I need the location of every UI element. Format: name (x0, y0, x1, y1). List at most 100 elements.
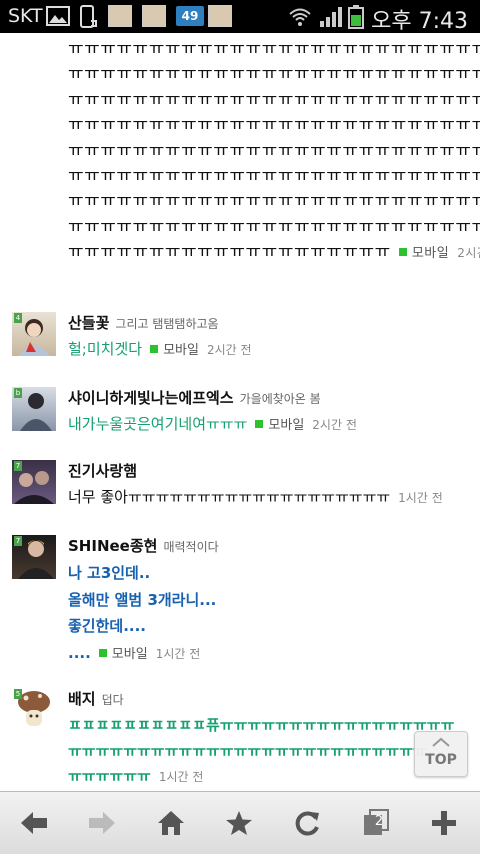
comment-text: 너무 좋아ㅠㅠㅠㅠㅠㅠㅠㅠㅠㅠㅠㅠㅠㅠㅠㅠㅠㅠㅠ 1시간 전 (68, 485, 472, 510)
avatar[interactable]: b (12, 387, 56, 431)
comment-text: ㅍㅍㅍㅍㅍㅍㅍㅍㅍㅍ퓨ㅠㅠㅠㅠㅠㅠㅠㅠㅠㅠㅠㅠㅠㅠㅠㅠㅠ ㅠㅠㅠㅠㅠㅠㅠㅠㅠㅠㅠ… (68, 713, 472, 791)
comment-text: 헐;미치겟다 모바일 2시간 전 (68, 337, 472, 363)
notification-count-badge: 49 (176, 6, 204, 26)
nickname[interactable]: 샤이니하게빛나는에프엑스 (68, 389, 234, 407)
comment-header: 샤이니하게빛나는에프엑스 가을에찾아온 봄 (68, 387, 472, 408)
mobile-dot-icon (150, 345, 159, 353)
nickname[interactable]: 진기사랑햄 (68, 462, 137, 480)
back-arrow-icon (21, 812, 47, 834)
new-tab-button[interactable] (414, 792, 474, 854)
comment-header: 산들꽃 그리고 탬탬탬하고옴 (68, 312, 472, 333)
comment-line: ㅠㅠㅠㅠㅠㅠㅠㅠㅠㅠㅠㅠㅠㅠㅠㅠㅠㅠㅠㅠㅠㅠㅠㅠㅠㅠ (68, 741, 427, 760)
comment-content: 헐;미치겟다 (68, 340, 143, 358)
home-icon (158, 811, 184, 835)
level-badge: 7 (14, 461, 22, 471)
bookmark-button[interactable] (209, 792, 269, 854)
notification-pic-icon (142, 5, 166, 27)
comment-line: ㅠㅠㅠㅠㅠㅠㅠㅠㅠㅠㅠㅠㅠㅠㅠㅠㅠㅠㅠㅠㅠㅠㅠㅠㅠㅠ (68, 89, 480, 110)
comment-line-last: ㅠㅠㅠㅠㅠㅠㅠㅠㅠㅠㅠㅠㅠㅠㅠㅠㅠㅠㅠㅠ 모바일 2시간 전 (68, 240, 480, 266)
comment-header: 배지 덥다 (68, 688, 472, 709)
level-badge: 4 (14, 313, 22, 323)
comment-body: 배지 덥다 ㅍㅍㅍㅍㅍㅍㅍㅍㅍㅍ퓨ㅠㅠㅠㅠㅠㅠㅠㅠㅠㅠㅠㅠㅠㅠㅠㅠㅠ ㅠㅠㅠㅠㅠㅠ… (68, 688, 472, 791)
notification-pic-icon (108, 5, 132, 27)
mobile-dot-icon (98, 648, 107, 657)
time-ago: 2시간 전 (206, 343, 252, 357)
status-message: 그리고 탬탬탬하고옴 (115, 317, 219, 331)
forward-arrow-icon (89, 812, 115, 834)
status-message: 가을에찾아온 봄 (239, 392, 321, 406)
time-ago: 1시간 전 (158, 770, 204, 784)
comment-header: 진기사랑햄 (68, 460, 472, 481)
time-ago: 1시간 전 (398, 491, 443, 505)
back-button[interactable] (4, 792, 64, 854)
level-badge: 5 (14, 689, 22, 699)
comment-line-last: ㅠㅠㅠㅠㅠㅠ 1시간 전 (68, 764, 472, 791)
avatar[interactable]: 7 (12, 535, 56, 579)
comment-line: 좋긴한데.... (68, 617, 146, 635)
clock: 오후 7:43 (371, 9, 468, 34)
avatar[interactable]: 4 (12, 312, 56, 356)
notification-pic-icon (208, 5, 232, 27)
comment-content: 너무 좋아ㅠㅠㅠㅠㅠㅠㅠㅠㅠㅠㅠㅠㅠㅠㅠㅠㅠㅠㅠ (68, 488, 391, 506)
tabs-button[interactable]: 2 (346, 792, 406, 854)
status-message: 덥다 (101, 693, 124, 707)
comment-content: .... (68, 643, 91, 662)
comment-line-last: .... 모바일 1시간 전 (68, 640, 472, 669)
comment-content: ㅠㅠㅠㅠㅠㅠ (68, 767, 151, 785)
nickname[interactable]: SHINee종현 (68, 537, 157, 555)
comment-text: 내가누울곳은여기네여ㅠㅠㅠ 모바일 2시간 전 (68, 412, 472, 438)
comment-text: 나 고3인데.. 올해만 앨범 3개라니... 좋긴한데.... .... 모바일… (68, 560, 472, 668)
wifi-icon (288, 5, 312, 29)
comment-line: ㅠㅠㅠㅠㅠㅠㅠㅠㅠㅠㅠㅠㅠㅠㅠㅠㅠㅠㅠㅠㅠㅠㅠㅠㅠㅠ (68, 140, 480, 161)
refresh-button[interactable] (278, 792, 338, 854)
source-label: 모바일 (411, 246, 450, 262)
source-label: 모바일 (163, 343, 199, 358)
status-bar: SKT 49 오후 7:43 (0, 0, 480, 34)
time-ago: 2시간 전 (312, 418, 357, 432)
comment-body: 산들꽃 그리고 탬탬탬하고옴 헐;미치겟다 모바일 2시간 전 (68, 312, 472, 363)
scroll-top-label: TOP (425, 752, 457, 768)
signal-icon (318, 5, 344, 29)
comment-body: 샤이니하게빛나는에프엑스 가을에찾아온 봄 내가누울곳은여기네여ㅠㅠㅠ 모바일 2시간… (68, 387, 472, 438)
level-badge: 7 (14, 536, 22, 546)
source-label: 모바일 (268, 418, 305, 433)
status-message: 매력적이다 (163, 540, 219, 554)
time-ago: 2시간 전 (457, 246, 480, 261)
tabs-count: 2 (374, 814, 384, 829)
comment-body: 진기사랑햄 너무 좋아ㅠㅠㅠㅠㅠㅠㅠㅠㅠㅠㅠㅠㅠㅠㅠㅠㅠㅠㅠ 1시간 전 (68, 460, 472, 510)
comment-line: ㅍㅍㅍㅍㅍㅍㅍㅍㅍㅍ퓨ㅠㅠㅠㅠㅠㅠㅠㅠㅠㅠㅠㅠㅠㅠㅠㅠㅠ (68, 716, 455, 734)
time-ago: 1시간 전 (155, 646, 201, 661)
comment-line-text: ㅠㅠㅠㅠㅠㅠㅠㅠㅠㅠㅠㅠㅠㅠㅠㅠㅠㅠㅠㅠ (68, 242, 391, 263)
forward-button[interactable] (72, 792, 132, 854)
avatar[interactable]: 7 (12, 460, 56, 504)
refresh-icon (295, 811, 319, 836)
comment-line: ㅠㅠㅠㅠㅠㅠㅠㅠㅠㅠㅠㅠㅠㅠㅠㅠㅠㅠㅠㅠㅠㅠㅠㅠㅠㅠ (68, 216, 480, 237)
comment-content: 내가누울곳은여기네여ㅠㅠㅠ (68, 415, 248, 433)
avatar[interactable]: 5 (12, 688, 56, 732)
comment-line: 나 고3인데.. (68, 564, 151, 582)
gallery-icon (46, 5, 70, 29)
browser-toolbar: 2 (0, 791, 480, 854)
comment-line: ㅠㅠㅠㅠㅠㅠㅠㅠㅠㅠㅠㅠㅠㅠㅠㅠㅠㅠㅠㅠㅠㅠㅠㅠㅠㅠ (68, 115, 480, 136)
long-comment-text: ㅠㅠㅠㅠㅠㅠㅠㅠㅠㅠㅠㅠㅠㅠㅠㅠㅠㅠㅠㅠㅠㅠㅠㅠㅠㅠ ㅠㅠㅠㅠㅠㅠㅠㅠㅠㅠㅠㅠㅠ… (68, 37, 480, 267)
phone-download-icon (78, 5, 98, 29)
comment-line: ㅠㅠㅠㅠㅠㅠㅠㅠㅠㅠㅠㅠㅠㅠㅠㅠㅠㅠㅠㅠㅠㅠㅠㅠㅠㅠ (68, 191, 480, 212)
plus-icon (432, 811, 456, 835)
comment-line: ㅠㅠㅠㅠㅠㅠㅠㅠㅠㅠㅠㅠㅠㅠㅠㅠㅠㅠㅠㅠㅠㅠㅠㅠㅠㅠ (68, 166, 480, 187)
nickname[interactable]: 배지 (68, 690, 96, 708)
mobile-dot-icon (398, 247, 407, 256)
nickname[interactable]: 산들꽃 (68, 314, 109, 332)
up-arrow-icon (415, 735, 467, 751)
comment-list[interactable]: ㅠㅠㅠㅠㅠㅠㅠㅠㅠㅠㅠㅠㅠㅠㅠㅠㅠㅠㅠㅠㅠㅠㅠㅠㅠㅠ ㅠㅠㅠㅠㅠㅠㅠㅠㅠㅠㅠㅠㅠ… (0, 33, 480, 791)
level-badge: b (14, 388, 22, 398)
battery-icon (348, 5, 364, 29)
comment-line: ㅠㅠㅠㅠㅠㅠㅠㅠㅠㅠㅠㅠㅠㅠㅠㅠㅠㅠㅠㅠㅠㅠㅠㅠㅠㅠ (68, 64, 480, 85)
source-label: 모바일 (111, 646, 148, 662)
comment-line: ㅠㅠㅠㅠㅠㅠㅠㅠㅠㅠㅠㅠㅠㅠㅠㅠㅠㅠㅠㅠㅠㅠㅠㅠㅠㅠ (68, 39, 480, 59)
comment-line: 올해만 앨범 3개라니... (68, 590, 217, 609)
star-icon (226, 811, 252, 835)
scroll-top-button[interactable]: TOP (414, 731, 468, 777)
comment-body: SHINee종현 매력적이다 나 고3인데.. 올해만 앨범 3개라니... 좋긴… (68, 535, 472, 668)
home-button[interactable] (141, 792, 201, 854)
comment-header: SHINee종현 매력적이다 (68, 535, 472, 556)
